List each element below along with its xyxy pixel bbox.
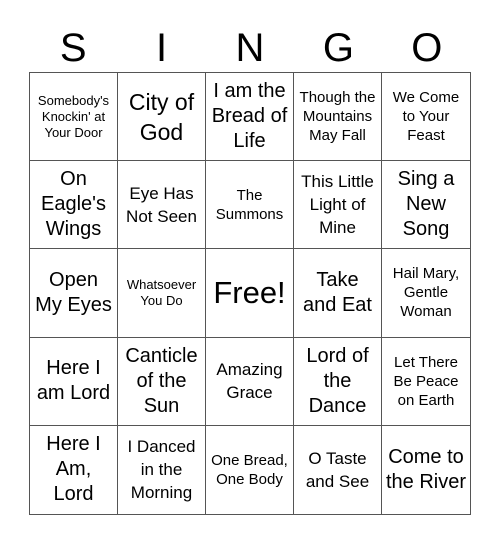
cell-label: I am the Bread of Life bbox=[211, 80, 288, 153]
cell-label: Though the Mountains May Fall bbox=[299, 89, 376, 145]
bingo-cell[interactable]: Come to the River bbox=[382, 426, 470, 514]
bingo-cell[interactable]: Sing a New Song bbox=[382, 161, 470, 250]
bingo-cell[interactable]: The Summons bbox=[206, 161, 294, 250]
cell-label: Eye Has Not Seen bbox=[126, 183, 197, 226]
cell-label: On Eagle's Wings bbox=[41, 168, 106, 241]
bingo-cell[interactable]: Somebody's Knockin' at Your Door bbox=[30, 73, 118, 162]
cell-label: O Taste and See bbox=[305, 448, 370, 491]
bingo-cell[interactable]: I am the Bread of Life bbox=[206, 73, 294, 162]
bingo-cell[interactable]: One Bread, One Body bbox=[206, 425, 294, 514]
bingo-cell[interactable]: O Taste and See bbox=[294, 425, 382, 514]
header-letter-i: I bbox=[156, 26, 168, 70]
bingo-cell[interactable]: Take and Eat bbox=[294, 249, 382, 338]
free-space-label: Free! bbox=[213, 274, 286, 310]
bingo-cell[interactable]: Open My Eyes bbox=[30, 249, 118, 338]
cell-label: The Summons bbox=[215, 186, 284, 223]
cell-label: Whatsoever You Do bbox=[126, 276, 197, 308]
bingo-cell[interactable]: This Little Light of Mine bbox=[294, 161, 382, 250]
cell-label: Somebody's Knockin' at Your Door bbox=[37, 92, 110, 140]
bingo-cell[interactable]: Eye Has Not Seen bbox=[118, 161, 206, 250]
header-letter-n: N bbox=[235, 26, 265, 70]
bingo-cell[interactable]: Here I am Lord bbox=[30, 337, 118, 426]
cell-label: Open My Eyes bbox=[35, 268, 112, 316]
cell-label: City of God bbox=[128, 88, 195, 145]
cell-label: Here I Am, Lord bbox=[46, 433, 101, 506]
bingo-cell[interactable]: I Danced in the Morning bbox=[118, 425, 206, 514]
cell-label: We Come to Your Feast bbox=[392, 89, 460, 145]
bingo-cell[interactable]: Here I Am, Lord bbox=[30, 425, 118, 514]
header-letter-g: G bbox=[322, 26, 354, 70]
bingo-cell[interactable]: Amazing Grace bbox=[206, 337, 294, 426]
cell-label: Lord of the Dance bbox=[306, 344, 369, 417]
cell-label: This Little Light of Mine bbox=[301, 172, 374, 238]
bingo-cell[interactable]: City of God bbox=[118, 73, 206, 162]
cell-label: I Danced in the Morning bbox=[127, 437, 196, 503]
cell-label: Come to the River bbox=[385, 445, 467, 493]
bingo-cell[interactable]: Though the Mountains May Fall bbox=[294, 73, 382, 162]
bingo-cell[interactable]: Let There Be Peace on Earth bbox=[382, 338, 470, 426]
cell-label: Amazing Grace bbox=[216, 360, 283, 403]
header-letter-o: O bbox=[411, 26, 443, 70]
bingo-cell[interactable]: On Eagle's Wings bbox=[30, 161, 118, 250]
bingo-cell[interactable]: We Come to Your Feast bbox=[382, 73, 470, 162]
bingo-cell[interactable]: Hail Mary, Gentle Woman bbox=[382, 249, 470, 338]
cell-label: Canticle of the Sun bbox=[125, 344, 198, 417]
cell-label: One Bread, One Body bbox=[211, 451, 288, 488]
bingo-header: S I N G O bbox=[29, 20, 471, 72]
bingo-cell[interactable]: Whatsoever You Do bbox=[118, 249, 206, 338]
bingo-cell[interactable]: Canticle of the Sun bbox=[118, 337, 206, 426]
header-letter-s: S bbox=[59, 26, 87, 70]
cell-label: Hail Mary, Gentle Woman bbox=[392, 265, 460, 321]
bingo-cell[interactable]: Lord of the Dance bbox=[294, 337, 382, 426]
free-space-cell[interactable]: Free! bbox=[206, 249, 294, 338]
cell-label: Sing a New Song bbox=[397, 168, 455, 241]
cell-label: Let There Be Peace on Earth bbox=[393, 353, 459, 409]
cell-label: Here I am Lord bbox=[36, 357, 111, 405]
bingo-board: Somebody's Knockin' at Your Door City of… bbox=[29, 72, 471, 515]
cell-label: Take and Eat bbox=[303, 268, 372, 316]
